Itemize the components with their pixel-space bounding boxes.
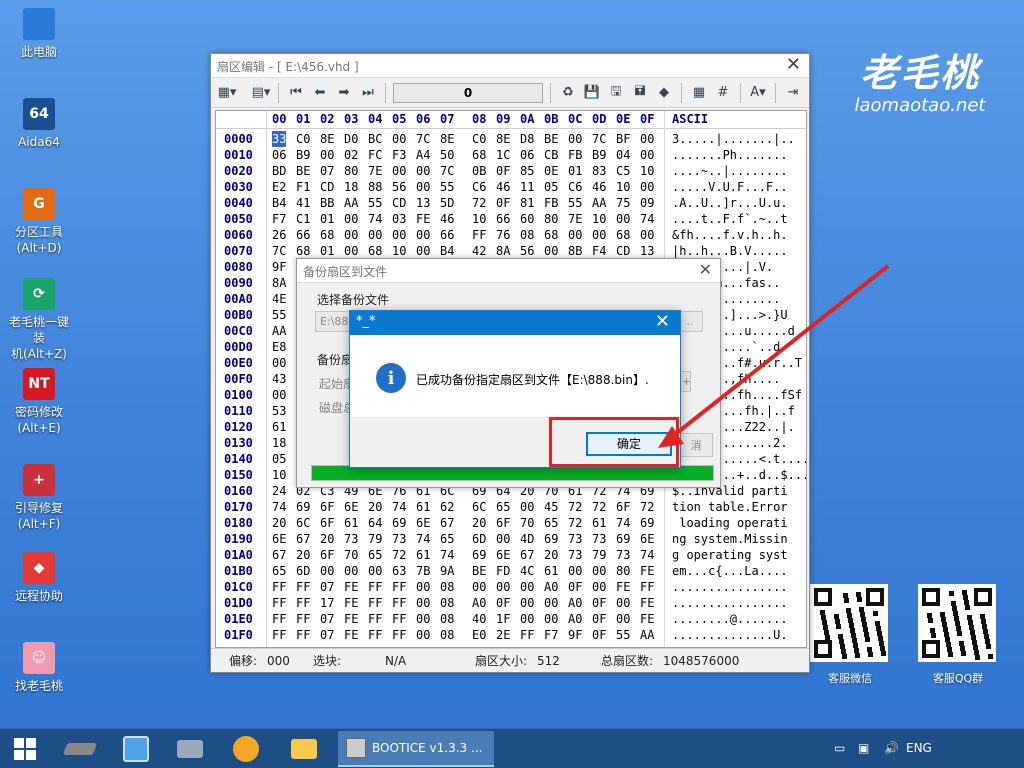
taskbar-bootice-button[interactable]: BOOTICE v1.3.3 ... (338, 731, 494, 767)
taskbar-keyboard-icon[interactable] (172, 729, 208, 768)
annotation-arrow (658, 264, 890, 448)
tray-network-icon[interactable]: ▭ (834, 741, 845, 755)
windows-icon (14, 738, 36, 760)
bootice-icon (346, 738, 366, 758)
arrow-line (666, 264, 890, 442)
active-app-label: BOOTICE v1.3.3 ... (372, 741, 483, 755)
taskbar-search-icon[interactable] (228, 729, 264, 768)
tray-color-icon[interactable]: ▣ (858, 741, 869, 755)
tray-volume-icon[interactable]: 🔊 (884, 741, 899, 755)
taskbar-folder-icon[interactable] (286, 729, 322, 768)
taskbar-network-icon[interactable] (118, 729, 154, 768)
start-button[interactable] (10, 729, 40, 768)
taskbar: BOOTICE v1.3.3 ... ▭ ▣ 🔊 ENG (0, 728, 1024, 768)
language-indicator[interactable]: ENG (906, 741, 932, 755)
taskbar-memory-icon[interactable] (62, 729, 98, 768)
